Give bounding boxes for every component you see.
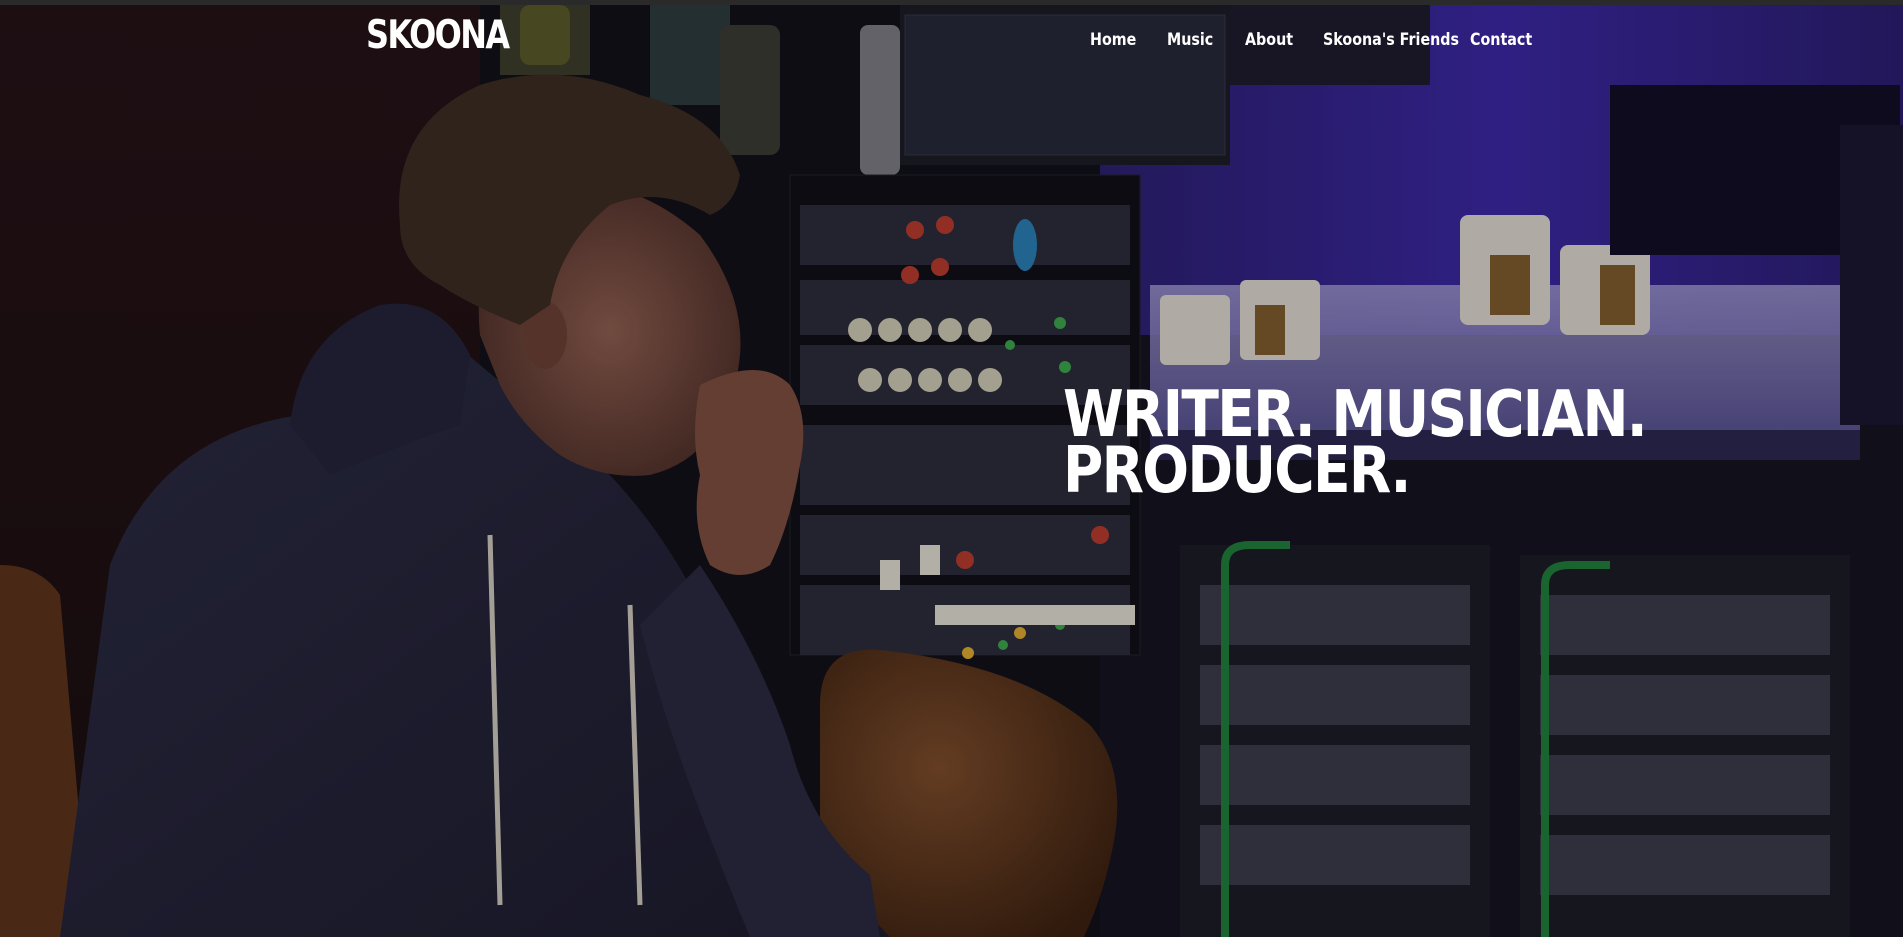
nav-contact[interactable]: Contact — [1470, 30, 1532, 50]
nav-about[interactable]: About — [1245, 30, 1293, 50]
nav-home[interactable]: Home — [1090, 30, 1136, 50]
hero-headline: WRITER. MUSICIAN. PRODUCER. — [1063, 383, 1648, 503]
nav-music[interactable]: Music — [1167, 30, 1213, 50]
page: SKOONA Home Music About Skoona's Friends… — [0, 0, 1903, 937]
nav-skoonas-friends[interactable]: Skoona's Friends — [1323, 30, 1459, 50]
brand-logo[interactable]: SKOONA — [366, 13, 510, 58]
main-nav: SKOONA Home Music About Skoona's Friends… — [0, 5, 1903, 75]
